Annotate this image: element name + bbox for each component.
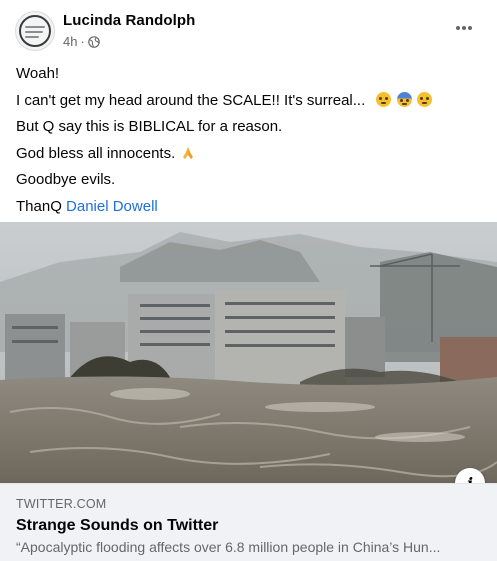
folded-hands-icon	[183, 146, 194, 159]
flushed-face-icon	[376, 91, 392, 107]
post-line: God bless all innocents.	[16, 141, 486, 168]
globe-icon[interactable]	[88, 35, 100, 48]
link-preview[interactable]: TWITTER.COM Strange Sounds on Twitter “A…	[0, 483, 497, 561]
post-line: ThanQ Daniel Dowell	[16, 194, 486, 221]
post-card: Lucinda Randolph 4h · Woah! I can't get …	[0, 0, 497, 561]
post-meta: 4h ·	[63, 34, 100, 49]
post-timestamp[interactable]: 4h	[63, 34, 77, 49]
preview-domain: TWITTER.COM	[16, 497, 107, 511]
flushed-face-icon	[416, 91, 432, 107]
post-text: Woah! I can't get my head around the SCA…	[16, 61, 486, 220]
post-line: I can't get my head around the SCALE!! I…	[16, 88, 486, 115]
author-avatar[interactable]	[15, 11, 55, 51]
avatar-detail	[25, 36, 39, 38]
post-line: Goodbye evils.	[16, 171, 116, 188]
preview-title[interactable]: Strange Sounds on Twitter	[16, 517, 218, 535]
post-line: Woah!	[16, 65, 60, 82]
meta-separator: ·	[80, 34, 85, 49]
more-options-icon	[456, 26, 472, 30]
more-options-button[interactable]	[450, 14, 478, 42]
avatar-detail	[25, 31, 43, 33]
preview-description: “Apocalyptic flooding affects over 6.8 m…	[16, 539, 441, 555]
author-name[interactable]: Lucinda Randolph	[63, 12, 195, 29]
post-header: Lucinda Randolph 4h ·	[0, 0, 497, 58]
flood-photo-image	[0, 222, 497, 483]
post-line-text: ThanQ	[16, 197, 62, 215]
mention-link[interactable]: Daniel Dowell	[66, 198, 158, 215]
post-line-text: God bless all innocents.	[16, 144, 176, 162]
avatar-detail	[25, 26, 45, 28]
fearful-face-icon	[396, 91, 412, 107]
post-line: But Q say this is BIBLICAL for a reason.	[16, 118, 283, 135]
post-line-text: I can't get my head around the SCALE!! I…	[16, 91, 366, 109]
post-photo[interactable]	[0, 222, 497, 483]
